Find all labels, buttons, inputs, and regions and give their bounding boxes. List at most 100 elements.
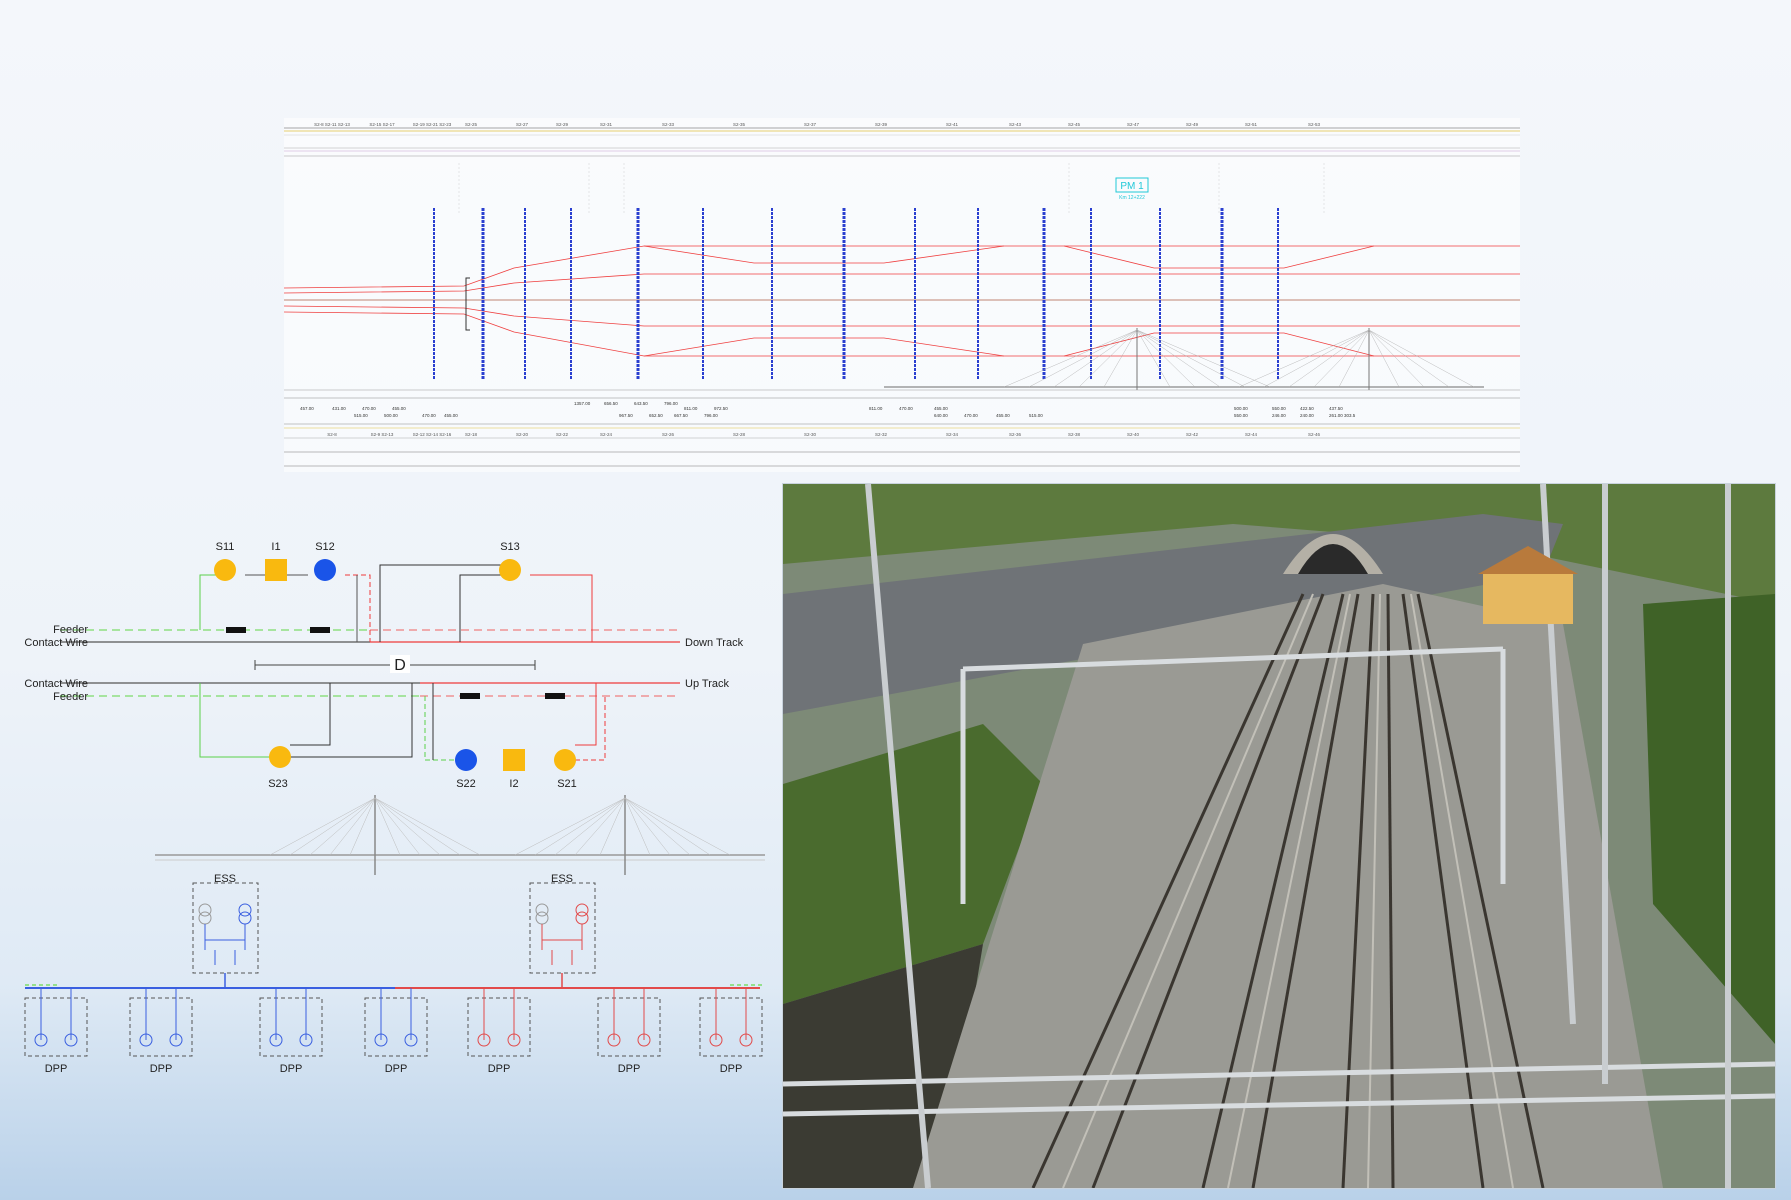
ess-left-transformers	[198, 903, 252, 965]
bottom-code-label: S2-12 S2-14 S2-16	[413, 432, 452, 437]
label-s21: S21	[557, 778, 577, 790]
bottom-code-label: S2-46	[1308, 432, 1321, 437]
dimension-label: 500.00	[384, 413, 398, 418]
bottom-code-label: S2-24	[600, 432, 613, 437]
bottom-code-label: S2-26	[662, 432, 675, 437]
guide-lines	[458, 163, 1325, 213]
top-code-label: S2-33	[662, 122, 675, 127]
station-s12[interactable]	[314, 559, 336, 581]
label-ess-left: ESS	[214, 873, 236, 885]
track-plan-svg: S2-8 S2-11 S2-13 S2-15 S2-17 S2-19 S2-21 S…	[283, 122, 1520, 467]
dpp-unit[interactable]: DPP	[129, 988, 193, 1075]
dimension-label: 1357.00	[574, 401, 591, 406]
label-down-track: Down Track	[685, 637, 744, 649]
dpp-unit[interactable]: DPP	[364, 988, 428, 1075]
dimension-label: 470.00	[899, 406, 913, 411]
bottom-code-label: S2-36	[1009, 432, 1022, 437]
label-feeder-bottom: Feeder	[53, 691, 88, 703]
bridge-silhouette	[884, 328, 1484, 390]
station-s23[interactable]	[269, 746, 291, 768]
track-plan-drawing: S2-8 S2-11 S2-13 S2-15 S2-17 S2-19 S2-21 S…	[283, 118, 1520, 472]
railway-site-photo	[782, 483, 1776, 1189]
label-dpp: DPP	[280, 1063, 303, 1075]
dpp-unit[interactable]: DPP	[699, 988, 763, 1075]
bottom-code-label: S2-18	[465, 432, 478, 437]
top-code-label: S2-31	[600, 122, 613, 127]
dpp-unit[interactable]: DPP	[24, 988, 88, 1075]
ess-right-box[interactable]	[529, 882, 596, 974]
dpp-group: DPP DPP DPP DPP DPP DPP DPP	[24, 988, 763, 1075]
label-dpp: DPP	[45, 1063, 68, 1075]
bottom-codes-group: S2-8 S2-9 S2-13 S2-12 S2-14 S2-16 S2-18 S2-2…	[327, 432, 1320, 437]
label-ess-right: ESS	[551, 873, 573, 885]
dimension-group: 457.00 431.00 470.00 455.00 515.00 500.00 470.…	[300, 401, 1356, 418]
dimension-label: 643.50	[634, 401, 648, 406]
dimension-label: 811.00	[869, 406, 883, 411]
switching-diagram: S11 I1 S12 S13 Feeder Contact Wire Down …	[0, 525, 770, 795]
top-code-label: S2-49	[1186, 122, 1199, 127]
mast-group	[433, 208, 1279, 380]
label-d: D	[394, 657, 406, 674]
bottom-code-label: S2-9 S2-13	[371, 432, 394, 437]
dimension-label: 640.00	[934, 413, 948, 418]
station-s11[interactable]	[214, 559, 236, 581]
dimension-label: 303.5	[1344, 413, 1356, 418]
dimension-label: 455.00	[996, 413, 1010, 418]
label-contact-wire-bottom: Contact Wire	[24, 678, 88, 690]
top-code-label: S2-15 S2-17	[369, 122, 395, 127]
top-code-label: S2-51	[1245, 122, 1258, 127]
bottom-code-label: S2-20	[516, 432, 529, 437]
dimension-label: 455.00	[444, 413, 458, 418]
top-codes-group: S2-8 S2-11 S2-13 S2-15 S2-17 S2-19 S2-21 S…	[314, 122, 1320, 127]
dimension-label: 455.00	[934, 406, 948, 411]
label-feeder-top: Feeder	[53, 624, 88, 636]
pm-sublabel: Km 12+222	[1119, 195, 1145, 201]
dimension-label: 972.50	[714, 406, 728, 411]
station-i1[interactable]	[265, 559, 287, 581]
label-s12: S12	[315, 541, 335, 553]
station-s21[interactable]	[554, 749, 576, 771]
bottom-code-label: S2-44	[1245, 432, 1258, 437]
dimension-label: 967.50	[619, 413, 633, 418]
station-s13[interactable]	[499, 559, 521, 581]
dimension-label: 811.00	[684, 406, 698, 411]
dimension-label: 656.50	[604, 401, 618, 406]
bottom-code-label: S2-34	[946, 432, 959, 437]
bottom-code-label: S2-22	[556, 432, 569, 437]
dimension-label: 550.00	[1272, 406, 1286, 411]
dimension-label: 246.00	[1272, 413, 1286, 418]
dimension-label: 796.00	[704, 413, 718, 418]
top-code-label: S2-35	[733, 122, 746, 127]
dpp-unit[interactable]: DPP	[259, 988, 323, 1075]
power-svg: ESS ESS DPP DPP DPP DPP DPP DPP DPP	[24, 795, 765, 1075]
dpp-unit[interactable]: DPP	[597, 988, 661, 1075]
dimension-label: 652.50	[649, 413, 663, 418]
ess-left-box[interactable]	[192, 882, 259, 974]
bottom-code-label: S2-42	[1186, 432, 1199, 437]
dimension-label: 422.50	[1300, 406, 1314, 411]
dimension-label: 431.00	[332, 406, 346, 411]
top-code-label: S2-43	[1009, 122, 1022, 127]
top-code-label: S2-37	[804, 122, 817, 127]
bottom-header	[284, 389, 1520, 467]
station-s22[interactable]	[455, 749, 477, 771]
top-code-label: S2-8 S2-11 S2-13	[314, 122, 350, 127]
label-dpp: DPP	[618, 1063, 641, 1075]
dimension-label: 261.00	[1329, 413, 1343, 418]
top-header	[284, 127, 1520, 157]
bottom-code-label: S2-30	[804, 432, 817, 437]
dpp-unit[interactable]: DPP	[467, 988, 531, 1075]
power-distribution-diagram: ESS ESS DPP DPP DPP DPP DPP DPP DPP	[0, 790, 780, 1080]
dimension-label: 515.00	[1029, 413, 1043, 418]
label-s13: S13	[500, 541, 520, 553]
label-dpp: DPP	[150, 1063, 173, 1075]
label-s22: S22	[456, 778, 476, 790]
top-code-label: S2-27	[516, 122, 529, 127]
label-i1: I1	[271, 541, 280, 553]
bottom-code-label: S2-8	[327, 432, 337, 437]
station-i2[interactable]	[503, 749, 525, 771]
top-code-label: S2-53	[1308, 122, 1321, 127]
bottom-code-label: S2-32	[875, 432, 888, 437]
top-code-label: S2-25	[465, 122, 478, 127]
label-dpp: DPP	[488, 1063, 511, 1075]
